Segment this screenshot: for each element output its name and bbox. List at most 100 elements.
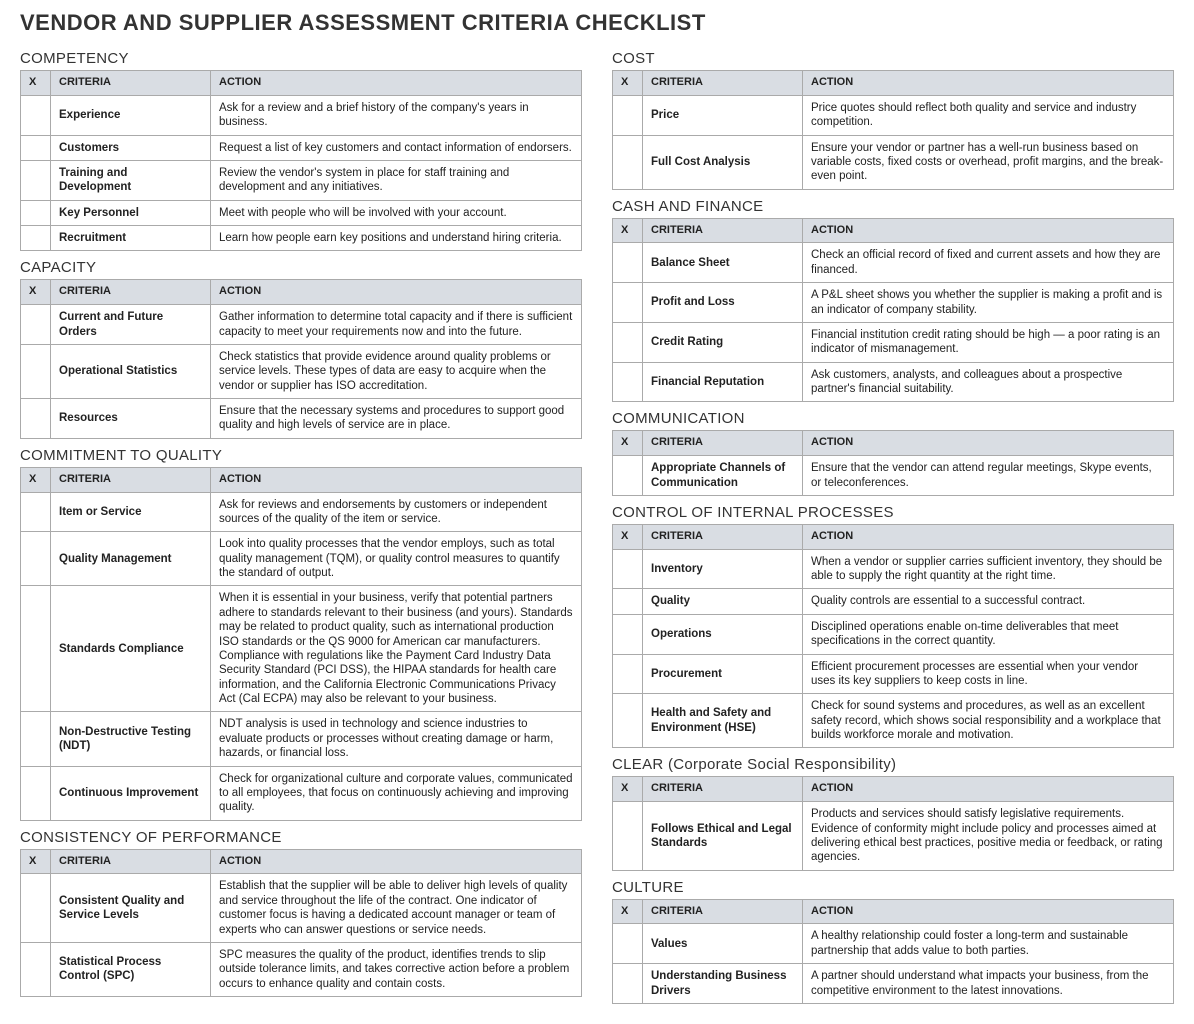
criteria-cell: Balance Sheet [643, 243, 803, 283]
criteria-cell: Financial Reputation [643, 362, 803, 402]
criteria-table: XCRITERIAACTIONCurrent and Future Orders… [20, 279, 582, 438]
criteria-cell: Profit and Loss [643, 283, 803, 323]
criteria-table: XCRITERIAACTIONPricePrice quotes should … [612, 70, 1174, 190]
table-row: Full Cost AnalysisEnsure your vendor or … [613, 135, 1174, 189]
section-title: CASH AND FINANCE [612, 198, 1174, 215]
column-header-criteria: CRITERIA [643, 218, 803, 243]
criteria-cell: Inventory [643, 549, 803, 589]
table-row: ValuesA healthy relationship could foste… [613, 924, 1174, 964]
column-header-action: ACTION [803, 218, 1174, 243]
column-header-criteria: CRITERIA [51, 849, 211, 874]
checkbox-cell[interactable] [613, 964, 643, 1004]
column-header-action: ACTION [803, 524, 1174, 549]
checkbox-cell[interactable] [613, 694, 643, 748]
checkbox-cell[interactable] [21, 586, 51, 712]
section-title: CLEAR (Corporate Social Responsibility) [612, 756, 1174, 773]
criteria-cell: Non-Destructive Testing (NDT) [51, 712, 211, 766]
column-header-action: ACTION [803, 777, 1174, 802]
column-header-criteria: CRITERIA [643, 777, 803, 802]
section-title: COMMUNICATION [612, 410, 1174, 427]
table-row: InventoryWhen a vendor or supplier carri… [613, 549, 1174, 589]
section-title: CAPACITY [20, 259, 582, 276]
checkbox-cell[interactable] [613, 322, 643, 362]
column-header-action: ACTION [211, 467, 582, 492]
criteria-cell: Values [643, 924, 803, 964]
left-column: COMPETENCYXCRITERIAACTIONExperienceAsk f… [20, 42, 582, 1004]
action-cell: Check for sound systems and procedures, … [803, 694, 1174, 748]
checkbox-cell[interactable] [613, 283, 643, 323]
column-header-criteria: CRITERIA [643, 524, 803, 549]
table-row: Credit RatingFinancial institution credi… [613, 322, 1174, 362]
checkbox-cell[interactable] [21, 160, 51, 200]
criteria-table: XCRITERIAACTIONAppropriate Channels of C… [612, 430, 1174, 496]
checkbox-cell[interactable] [21, 492, 51, 532]
table-row: Profit and LossA P&L sheet shows you whe… [613, 283, 1174, 323]
criteria-cell: Recruitment [51, 226, 211, 251]
table-row: RecruitmentLearn how people earn key pos… [21, 226, 582, 251]
action-cell: Look into quality processes that the ven… [211, 532, 582, 586]
checkbox-cell[interactable] [613, 654, 643, 694]
checkbox-cell[interactable] [21, 226, 51, 251]
column-header-criteria: CRITERIA [643, 431, 803, 456]
table-row: Standards ComplianceWhen it is essential… [21, 586, 582, 712]
checkbox-cell[interactable] [21, 95, 51, 135]
checkbox-cell[interactable] [21, 305, 51, 345]
checkbox-cell[interactable] [21, 942, 51, 996]
table-row: ExperienceAsk for a review and a brief h… [21, 95, 582, 135]
checkbox-cell[interactable] [21, 532, 51, 586]
column-header-action: ACTION [803, 899, 1174, 924]
action-cell: A P&L sheet shows you whether the suppli… [803, 283, 1174, 323]
action-cell: When it is essential in your business, v… [211, 586, 582, 712]
action-cell: Request a list of key customers and cont… [211, 135, 582, 160]
criteria-table: XCRITERIAACTIONItem or ServiceAsk for re… [20, 467, 582, 821]
criteria-cell: Standards Compliance [51, 586, 211, 712]
table-row: Financial ReputationAsk customers, analy… [613, 362, 1174, 402]
checkbox-cell[interactable] [613, 614, 643, 654]
column-header-action: ACTION [803, 431, 1174, 456]
column-header-x: X [613, 71, 643, 96]
checkbox-cell[interactable] [21, 200, 51, 225]
action-cell: Ensure that the vendor can attend regula… [803, 456, 1174, 496]
checkbox-cell[interactable] [21, 874, 51, 943]
checkbox-cell[interactable] [613, 95, 643, 135]
section-title: COST [612, 50, 1174, 67]
checkbox-cell[interactable] [21, 766, 51, 820]
checkbox-cell[interactable] [613, 802, 643, 871]
column-header-criteria: CRITERIA [51, 71, 211, 96]
checkbox-cell[interactable] [21, 399, 51, 439]
table-row: Non-Destructive Testing (NDT)NDT analysi… [21, 712, 582, 766]
column-header-x: X [21, 849, 51, 874]
column-header-x: X [613, 431, 643, 456]
table-row: Item or ServiceAsk for reviews and endor… [21, 492, 582, 532]
action-cell: Learn how people earn key positions and … [211, 226, 582, 251]
checkbox-cell[interactable] [613, 362, 643, 402]
action-cell: Disciplined operations enable on-time de… [803, 614, 1174, 654]
checkbox-cell[interactable] [21, 344, 51, 398]
criteria-cell: Operational Statistics [51, 344, 211, 398]
checkbox-cell[interactable] [613, 924, 643, 964]
column-header-x: X [613, 524, 643, 549]
table-row: Health and Safety and Environment (HSE)C… [613, 694, 1174, 748]
criteria-cell: Resources [51, 399, 211, 439]
criteria-cell: Quality Management [51, 532, 211, 586]
action-cell: Financial institution credit rating shou… [803, 322, 1174, 362]
criteria-cell: Experience [51, 95, 211, 135]
action-cell: Ask customers, analysts, and colleagues … [803, 362, 1174, 402]
checkbox-cell[interactable] [613, 589, 643, 614]
checkbox-cell[interactable] [21, 712, 51, 766]
criteria-cell: Continuous Improvement [51, 766, 211, 820]
action-cell: Meet with people who will be involved wi… [211, 200, 582, 225]
column-header-action: ACTION [211, 280, 582, 305]
checkbox-cell[interactable] [21, 135, 51, 160]
checkbox-cell[interactable] [613, 135, 643, 189]
table-row: ResourcesEnsure that the necessary syste… [21, 399, 582, 439]
section-title: CONTROL OF INTERNAL PROCESSES [612, 504, 1174, 521]
table-row: Training and DevelopmentReview the vendo… [21, 160, 582, 200]
checkbox-cell[interactable] [613, 243, 643, 283]
table-row: Understanding Business DriversA partner … [613, 964, 1174, 1004]
checkbox-cell[interactable] [613, 456, 643, 496]
action-cell: Price quotes should reflect both quality… [803, 95, 1174, 135]
table-row: Continuous ImprovementCheck for organiza… [21, 766, 582, 820]
checkbox-cell[interactable] [613, 549, 643, 589]
criteria-table: XCRITERIAACTIONConsistent Quality and Se… [20, 849, 582, 997]
